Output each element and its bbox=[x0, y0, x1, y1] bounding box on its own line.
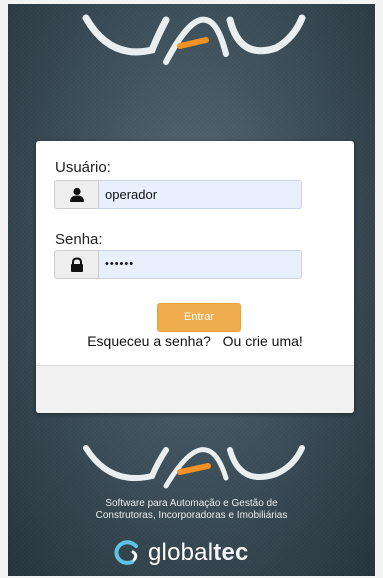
lock-icon bbox=[54, 250, 99, 279]
forgot-password-link[interactable]: Esqueceu a senha? bbox=[87, 333, 211, 349]
user-icon bbox=[54, 180, 99, 209]
tagline-line-1: Software para Automação e Gestão de bbox=[105, 498, 278, 509]
card-footer bbox=[36, 365, 354, 413]
auth-links: Esqueceu a senha? Ou crie uma! bbox=[36, 333, 354, 349]
uau-logo-bottom bbox=[83, 445, 305, 489]
username-label: Usuário: bbox=[55, 159, 111, 176]
brand-word-global: global bbox=[148, 539, 214, 566]
brand-word-tec: tec bbox=[213, 539, 249, 566]
login-button[interactable]: Entrar bbox=[157, 303, 241, 332]
login-card: Usuário: operador Senha: •••••• Entrar E… bbox=[36, 141, 354, 413]
tagline-line-2: Construtoras, Incorporadoras e Imobiliár… bbox=[95, 510, 288, 521]
uau-logo-top bbox=[82, 14, 306, 65]
username-input-group: operador bbox=[54, 180, 302, 209]
page-frame: Usuário: operador Senha: •••••• Entrar E… bbox=[0, 0, 383, 578]
login-background: Usuário: operador Senha: •••••• Entrar E… bbox=[8, 4, 375, 576]
password-field[interactable]: •••••• bbox=[99, 250, 302, 279]
globaltec-brand: globaltec bbox=[112, 538, 302, 568]
globaltec-swirl-icon bbox=[114, 540, 138, 565]
globaltec-wordmark: globaltec bbox=[148, 539, 249, 567]
password-input-group: •••••• bbox=[54, 250, 302, 279]
username-field[interactable]: operador bbox=[99, 180, 302, 209]
password-label: Senha: bbox=[55, 231, 103, 248]
signup-link[interactable]: Ou crie uma! bbox=[223, 333, 303, 349]
